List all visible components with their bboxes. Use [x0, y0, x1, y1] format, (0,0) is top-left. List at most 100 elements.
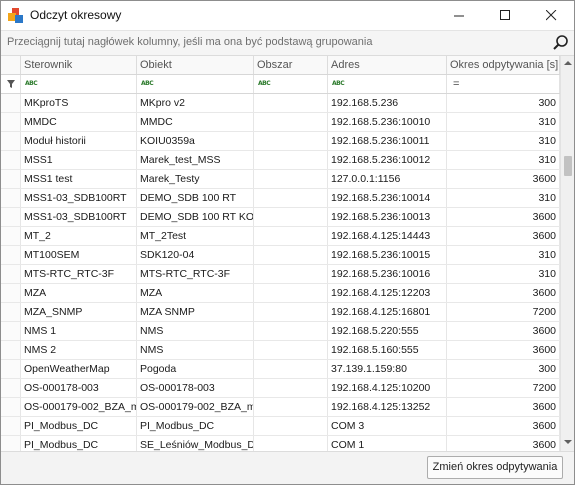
table-row[interactable]: MSS1 Marek_test_MSS 192.168.5.236:10012 310: [1, 151, 560, 170]
cell-obszar[interactable]: [254, 436, 328, 451]
cell-adres[interactable]: 192.168.5.236:10014: [328, 189, 447, 207]
cell-sterownik[interactable]: NMS 1: [21, 322, 137, 340]
cell-okres[interactable]: 3600: [447, 322, 560, 340]
cell-obiekt[interactable]: Marek_test_MSS: [137, 151, 254, 169]
table-row[interactable]: MKproTS MKpro v2 192.168.5.236 300: [1, 94, 560, 113]
table-row[interactable]: OpenWeatherMap Pogoda 37.139.1.159:80 300: [1, 360, 560, 379]
cell-adres[interactable]: 192.168.5.236:10011: [328, 132, 447, 150]
row-indicator[interactable]: [1, 398, 21, 416]
table-row[interactable]: NMS 2 NMS 192.168.5.160:555 3600: [1, 341, 560, 360]
cell-sterownik[interactable]: MTS-RTC_RTC-3F: [21, 265, 137, 283]
cell-sterownik[interactable]: PI_Modbus_DC: [21, 436, 137, 451]
cell-adres[interactable]: 192.168.5.236:10016: [328, 265, 447, 283]
cell-obiekt[interactable]: DEMO_SDB 100 RT KOPIA: [137, 208, 254, 226]
column-header-obszar[interactable]: Obszar: [254, 56, 328, 74]
cell-adres[interactable]: 127.0.0.1:1156: [328, 170, 447, 188]
cell-sterownik[interactable]: MT100SEM: [21, 246, 137, 264]
table-row[interactable]: OS-000179-002_BZA_m... OS-000179-002_BZA_…: [1, 398, 560, 417]
cell-sterownik[interactable]: MSS1-03_SDB100RT: [21, 208, 137, 226]
cell-obszar[interactable]: [254, 417, 328, 435]
column-header-obiekt[interactable]: Obiekt: [137, 56, 254, 74]
cell-sterownik[interactable]: MZA_SNMP: [21, 303, 137, 321]
cell-adres[interactable]: 192.168.5.236:10013: [328, 208, 447, 226]
cell-obiekt[interactable]: MKpro v2: [137, 94, 254, 112]
cell-okres[interactable]: 310: [447, 265, 560, 283]
group-by-panel[interactable]: Przeciągnij tutaj nagłówek kolumny, jeśl…: [1, 31, 574, 56]
cell-obszar[interactable]: [254, 284, 328, 302]
row-indicator[interactable]: [1, 341, 21, 359]
cell-obszar[interactable]: [254, 132, 328, 150]
cell-obszar[interactable]: [254, 303, 328, 321]
cell-adres[interactable]: COM 3: [328, 417, 447, 435]
table-row[interactable]: MT100SEM SDK120-04 192.168.5.236:10015 310: [1, 246, 560, 265]
table-row[interactable]: MMDC MMDC 192.168.5.236:10010 310: [1, 113, 560, 132]
cell-adres[interactable]: 192.168.5.236:10015: [328, 246, 447, 264]
cell-sterownik[interactable]: NMS 2: [21, 341, 137, 359]
row-indicator[interactable]: [1, 417, 21, 435]
cell-okres[interactable]: 310: [447, 246, 560, 264]
table-row[interactable]: MSS1-03_SDB100RT DEMO_SDB 100 RT 192.168.5…: [1, 189, 560, 208]
row-indicator[interactable]: [1, 189, 21, 207]
cell-sterownik[interactable]: OS-000178-003: [21, 379, 137, 397]
cell-adres[interactable]: 192.168.4.125:13252: [328, 398, 447, 416]
table-row[interactable]: NMS 1 NMS 192.168.5.220:555 3600: [1, 322, 560, 341]
cell-obiekt[interactable]: DEMO_SDB 100 RT: [137, 189, 254, 207]
cell-adres[interactable]: 37.139.1.159:80: [328, 360, 447, 378]
cell-okres[interactable]: 3600: [447, 417, 560, 435]
row-indicator[interactable]: [1, 303, 21, 321]
cell-obszar[interactable]: [254, 151, 328, 169]
table-row[interactable]: MSS1 test Marek_Testy 127.0.0.1:1156 3600: [1, 170, 560, 189]
cell-obszar[interactable]: [254, 322, 328, 340]
table-row[interactable]: Moduł historii KOIU0359a 192.168.5.236:100…: [1, 132, 560, 151]
cell-sterownik[interactable]: MKproTS: [21, 94, 137, 112]
cell-okres[interactable]: 3600: [447, 284, 560, 302]
cell-sterownik[interactable]: MSS1 test: [21, 170, 137, 188]
cell-obszar[interactable]: [254, 208, 328, 226]
cell-okres[interactable]: 3600: [447, 227, 560, 245]
maximize-button[interactable]: [482, 1, 528, 30]
cell-okres[interactable]: 3600: [447, 436, 560, 451]
cell-obszar[interactable]: [254, 379, 328, 397]
vertical-scrollbar[interactable]: [560, 56, 574, 451]
cell-okres[interactable]: 3600: [447, 170, 560, 188]
row-indicator[interactable]: [1, 113, 21, 131]
cell-obiekt[interactable]: OS-000179-002_BZA_m...: [137, 398, 254, 416]
cell-okres[interactable]: 310: [447, 132, 560, 150]
table-row[interactable]: MT_2 MT_2Test 192.168.4.125:14443 3600: [1, 227, 560, 246]
cell-obiekt[interactable]: SE_Leśniów_Modbus_DC: [137, 436, 254, 451]
cell-obszar[interactable]: [254, 360, 328, 378]
change-polling-period-button[interactable]: Zmień okres odpytywania: [427, 456, 563, 479]
cell-sterownik[interactable]: MT_2: [21, 227, 137, 245]
cell-obiekt[interactable]: Marek_Testy: [137, 170, 254, 188]
cell-obiekt[interactable]: OS-000178-003: [137, 379, 254, 397]
table-row[interactable]: PI_Modbus_DC PI_Modbus_DC COM 3 3600: [1, 417, 560, 436]
table-row[interactable]: PI_Modbus_DC SE_Leśniów_Modbus_DC COM 1 360…: [1, 436, 560, 451]
filter-cell-okres[interactable]: =: [447, 75, 560, 93]
filter-cell-sterownik[interactable]: ABC: [21, 75, 137, 93]
cell-okres[interactable]: 7200: [447, 303, 560, 321]
row-indicator[interactable]: [1, 379, 21, 397]
row-indicator[interactable]: [1, 132, 21, 150]
cell-obiekt[interactable]: MZA: [137, 284, 254, 302]
cell-adres[interactable]: 192.168.5.236: [328, 94, 447, 112]
cell-obiekt[interactable]: KOIU0359a: [137, 132, 254, 150]
cell-obiekt[interactable]: MZA SNMP: [137, 303, 254, 321]
row-indicator[interactable]: [1, 360, 21, 378]
column-header-okres[interactable]: Okres odpytywania [s]: [447, 56, 560, 74]
row-indicator[interactable]: [1, 151, 21, 169]
cell-sterownik[interactable]: MSS1: [21, 151, 137, 169]
cell-sterownik[interactable]: MSS1-03_SDB100RT: [21, 189, 137, 207]
cell-obiekt[interactable]: MT_2Test: [137, 227, 254, 245]
cell-okres[interactable]: 3600: [447, 398, 560, 416]
cell-adres[interactable]: COM 1: [328, 436, 447, 451]
scroll-up-button[interactable]: [561, 56, 574, 70]
cell-adres[interactable]: 192.168.4.125:14443: [328, 227, 447, 245]
cell-obszar[interactable]: [254, 246, 328, 264]
cell-obiekt[interactable]: Pogoda: [137, 360, 254, 378]
table-row[interactable]: MZA_SNMP MZA SNMP 192.168.4.125:16801 7200: [1, 303, 560, 322]
row-indicator[interactable]: [1, 227, 21, 245]
cell-obszar[interactable]: [254, 341, 328, 359]
cell-adres[interactable]: 192.168.5.236:10012: [328, 151, 447, 169]
cell-obszar[interactable]: [254, 94, 328, 112]
cell-okres[interactable]: 7200: [447, 379, 560, 397]
